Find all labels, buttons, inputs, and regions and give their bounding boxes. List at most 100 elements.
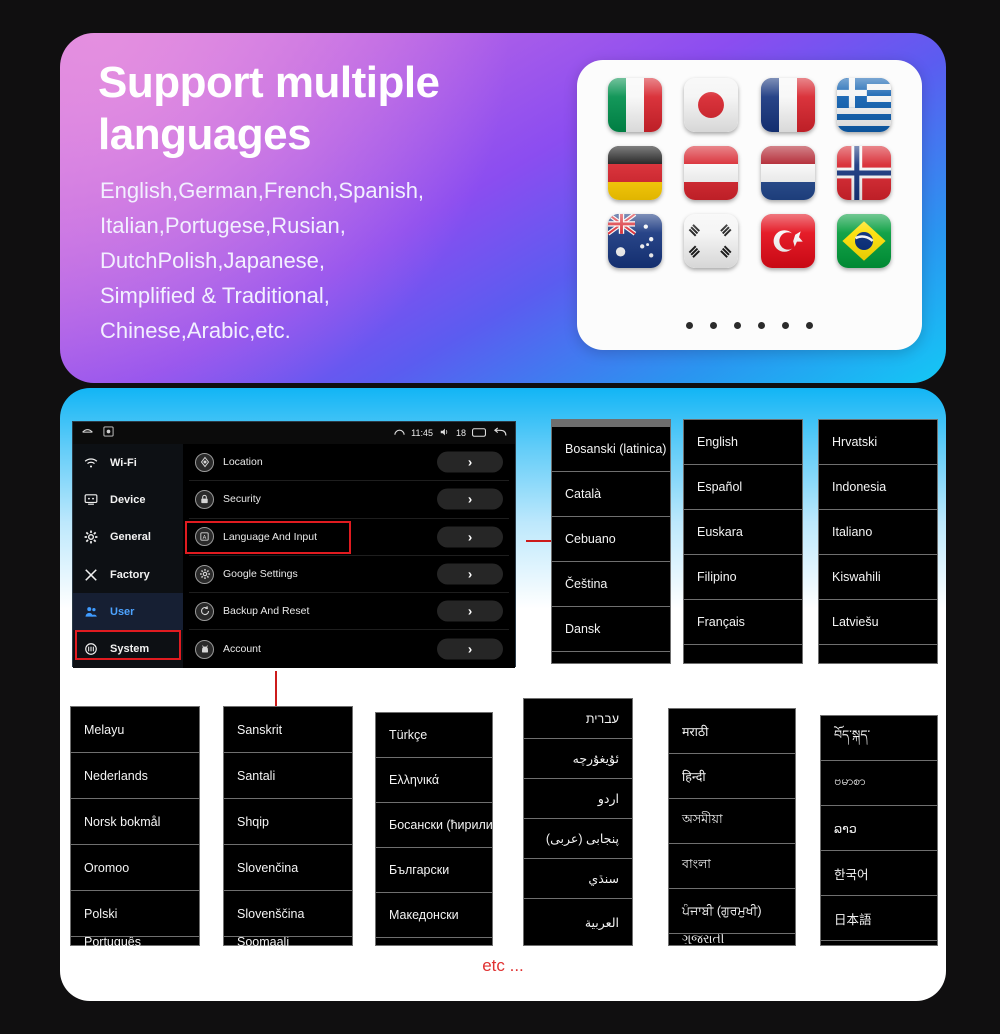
language-item[interactable]: Български: [376, 848, 492, 893]
dot: [782, 322, 790, 329]
language-item[interactable]: Slovenčina: [224, 845, 352, 891]
language-item[interactable]: Santali: [224, 753, 352, 799]
language-item[interactable]: Türkçe: [376, 713, 492, 758]
language-item[interactable]: [684, 645, 802, 663]
status-indicators: 11:45 18: [394, 422, 507, 444]
back-icon[interactable]: [492, 426, 507, 440]
language-column-1[interactable]: Bosanski (latinica) Català Cebuano Češti…: [551, 419, 671, 664]
language-item[interactable]: [819, 645, 937, 663]
language-item[interactable]: Cebuano: [552, 517, 670, 562]
language-item[interactable]: བོད་སྐད་: [821, 716, 937, 761]
language-item[interactable]: Melayu: [71, 707, 199, 753]
settings-row-google-settings[interactable]: Google Settings ›: [189, 556, 509, 594]
language-item[interactable]: 한국어: [821, 851, 937, 896]
language-item[interactable]: Español: [684, 465, 802, 510]
language-column-2[interactable]: English Español Euskara Filipino Françai…: [683, 419, 803, 664]
settings-row-backup-and-reset[interactable]: Backup And Reset ›: [189, 593, 509, 631]
language-item[interactable]: سنڌي: [524, 859, 632, 899]
language-item[interactable]: Norsk bokmål: [71, 799, 199, 845]
dot: [733, 322, 741, 329]
language-column-5[interactable]: Sanskrit Santali Shqip Slovenčina Sloven…: [223, 706, 353, 947]
language-item[interactable]: Indonesia: [819, 465, 937, 510]
settings-row-language-and-input[interactable]: A Language And Input ›: [185, 519, 509, 556]
language-item[interactable]: English: [684, 420, 802, 465]
chevron-right-icon[interactable]: ›: [437, 488, 503, 510]
language-item[interactable]: Français: [684, 600, 802, 645]
recents-icon[interactable]: [472, 427, 486, 440]
language-item[interactable]: Shqip: [224, 799, 352, 845]
sidebar-item-system[interactable]: System: [73, 630, 183, 667]
language-column-6[interactable]: Türkçe Ελληνικά Босански (ћирилиц Българ…: [375, 712, 493, 946]
svg-text:A: A: [203, 535, 207, 541]
language-item[interactable]: Oromoo: [71, 845, 199, 891]
chevron-right-icon[interactable]: ›: [437, 563, 503, 585]
chevron-right-icon[interactable]: ›: [437, 600, 503, 622]
language-item[interactable]: Soomaali: [224, 937, 352, 947]
language-item[interactable]: ગુજરાતી: [669, 934, 795, 944]
sidebar-item-wifi[interactable]: Wi-Fi: [73, 444, 183, 481]
language-item[interactable]: Dansk: [552, 607, 670, 652]
language-item[interactable]: ລາວ: [821, 806, 937, 851]
settings-row-location[interactable]: Location ›: [189, 444, 509, 482]
language-item[interactable]: [376, 938, 492, 946]
language-item[interactable]: Polski: [71, 891, 199, 937]
language-item[interactable]: Kiswahili: [819, 555, 937, 600]
sidebar-label: System: [110, 643, 150, 656]
language-line: English,German,French,Spanish,: [100, 178, 425, 203]
language-item[interactable]: Português: [71, 937, 199, 947]
language-item[interactable]: Italiano: [819, 510, 937, 555]
language-column-4[interactable]: Melayu Nederlands Norsk bokmål Oromoo Po…: [70, 706, 200, 947]
language-item[interactable]: हिन्दी: [669, 754, 795, 799]
language-item[interactable]: Ελληνικά: [376, 758, 492, 803]
chevron-right-icon[interactable]: ›: [437, 451, 503, 473]
language-item[interactable]: मराठी: [669, 709, 795, 754]
language-item[interactable]: Čeština: [552, 562, 670, 607]
home-icon[interactable]: [81, 424, 94, 442]
language-item[interactable]: العربية: [524, 899, 632, 945]
language-item[interactable]: ဗမာစာ: [821, 761, 937, 806]
dot: [758, 322, 766, 329]
sidebar-item-device[interactable]: Device: [73, 481, 183, 518]
language-column-3[interactable]: Hrvatski Indonesia Italiano Kiswahili La…: [818, 419, 938, 664]
language-item[interactable]: پنجابی (عربی): [524, 819, 632, 859]
language-item[interactable]: Euskara: [684, 510, 802, 555]
language-item[interactable]: ئۇيغۇرچە: [524, 739, 632, 779]
language-column-8[interactable]: मराठी हिन्दी অসমীয়া বাংলা ਪੰਜਾਬੀ (ਗੁਰਮੁ…: [668, 708, 796, 946]
chevron-right-icon[interactable]: ›: [437, 526, 503, 548]
chevron-right-icon[interactable]: ›: [437, 638, 503, 660]
language-item[interactable]: ਪੰਜਾਬੀ (ਗੁਰਮੁਖੀ): [669, 889, 795, 934]
language-item[interactable]: Sanskrit: [224, 707, 352, 753]
lock-icon: [195, 489, 214, 509]
language-item[interactable]: [552, 652, 670, 668]
language-column-9[interactable]: བོད་སྐད་ ဗမာစာ ລາວ 한국어 日本語: [820, 715, 938, 946]
language-item[interactable]: Македонски: [376, 893, 492, 938]
language-item[interactable]: Català: [552, 472, 670, 517]
settings-row-label: Account: [223, 643, 261, 656]
settings-row-security[interactable]: Security ›: [189, 481, 509, 519]
language-item[interactable]: Hrvatski: [819, 420, 937, 465]
language-item[interactable]: Latviešu: [819, 600, 937, 645]
carousel-dots: [577, 317, 922, 332]
language-item[interactable]: Nederlands: [71, 753, 199, 799]
flag-france-icon: [760, 78, 815, 132]
language-item[interactable]: اردو: [524, 779, 632, 819]
flag-japan-icon: [684, 78, 739, 132]
language-item[interactable]: Filipino: [684, 555, 802, 600]
language-item[interactable]: Bosanski (latinica): [552, 427, 670, 472]
apps-icon[interactable]: [103, 424, 114, 442]
sidebar-item-factory[interactable]: Factory: [73, 556, 183, 593]
language-item[interactable]: [821, 941, 937, 946]
language-line: DutchPolish,Japanese,: [100, 248, 326, 273]
tools-icon: [83, 567, 98, 582]
language-item[interactable]: Босански (ћирилиц: [376, 803, 492, 848]
sidebar-item-general[interactable]: General: [73, 519, 183, 556]
language-item[interactable]: עברית: [524, 699, 632, 739]
sidebar-label: Device: [110, 493, 146, 506]
language-column-7[interactable]: עברית ئۇيغۇرچە اردو پنجابی (عربی) سنڌي ا…: [523, 698, 633, 946]
language-item[interactable]: Slovenščina: [224, 891, 352, 937]
language-item[interactable]: বাংলা: [669, 844, 795, 889]
language-item[interactable]: অসমীয়া: [669, 799, 795, 844]
settings-row-account[interactable]: Account ›: [189, 630, 509, 667]
language-item[interactable]: 日本語: [821, 896, 937, 941]
sidebar-item-user[interactable]: User: [73, 593, 183, 631]
